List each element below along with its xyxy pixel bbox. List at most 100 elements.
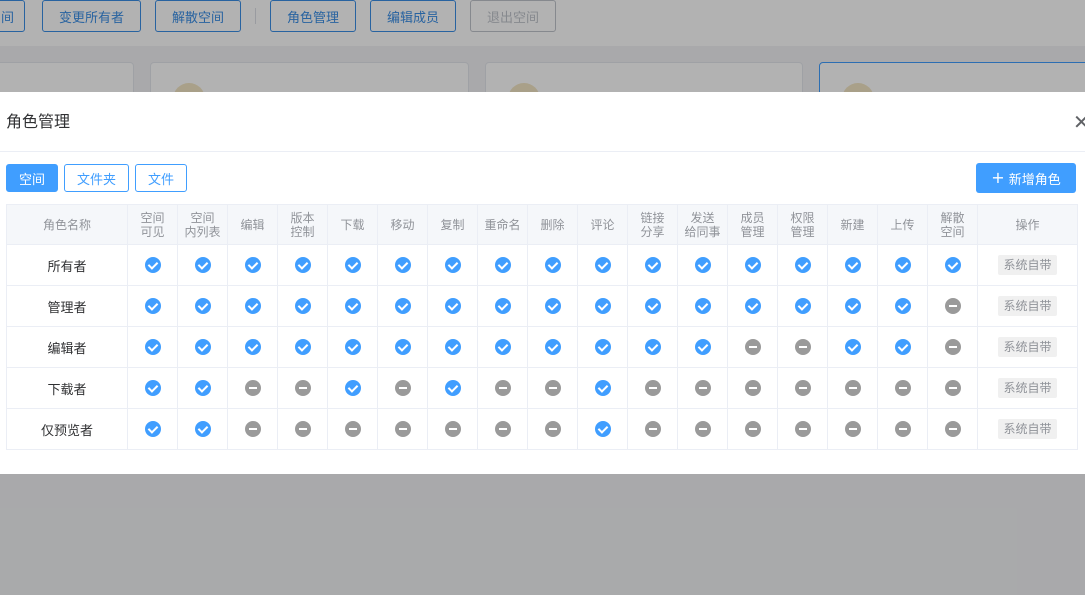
permission-cell: [327, 367, 378, 409]
permission-cell: [477, 367, 528, 409]
column-header: 上传: [877, 204, 928, 245]
permission-cell: [427, 244, 478, 286]
check-circle-icon: [694, 339, 711, 355]
dialog-divider: [0, 151, 1085, 152]
permission-cell: [827, 244, 878, 286]
check-circle-icon: [394, 257, 411, 273]
minus-circle-icon: [344, 421, 361, 437]
tab-file[interactable]: 文件: [135, 164, 187, 192]
column-header: 空间 可见: [127, 204, 178, 245]
check-circle-icon: [144, 339, 161, 355]
permission-cell: [727, 326, 778, 368]
permission-cell: [477, 285, 528, 327]
check-circle-icon: [194, 380, 211, 396]
check-circle-icon: [344, 380, 361, 396]
check-circle-icon: [944, 257, 961, 273]
add-role-label: 新增角色: [1008, 172, 1061, 188]
permission-cell: [177, 326, 228, 368]
check-circle-icon: [794, 298, 811, 314]
system-builtin-tag: 系统自带: [998, 419, 1057, 439]
minus-circle-icon: [694, 380, 711, 396]
check-circle-icon: [544, 257, 561, 273]
minus-circle-icon: [544, 421, 561, 437]
add-role-button[interactable]: + 新增角色: [976, 163, 1076, 193]
check-circle-icon: [644, 298, 661, 314]
permission-cell: [127, 367, 178, 409]
check-circle-icon: [644, 339, 661, 355]
minus-circle-icon: [444, 421, 461, 437]
permission-cell: [527, 326, 578, 368]
column-header: 编辑: [227, 204, 278, 245]
check-circle-icon: [844, 339, 861, 355]
minus-circle-icon: [244, 380, 261, 396]
permission-cell: [727, 367, 778, 409]
check-circle-icon: [294, 298, 311, 314]
tab-space[interactable]: 空间: [6, 164, 58, 192]
minus-circle-icon: [944, 298, 961, 314]
permission-cell: [877, 244, 928, 286]
permission-cell: [827, 367, 878, 409]
action-cell: 系统自带: [977, 285, 1078, 327]
column-header: 评论: [577, 204, 628, 245]
minus-circle-icon: [644, 421, 661, 437]
column-header: 权限 管理: [777, 204, 828, 245]
minus-circle-icon: [944, 421, 961, 437]
minus-circle-icon: [294, 421, 311, 437]
check-circle-icon: [394, 339, 411, 355]
minus-circle-icon: [944, 380, 961, 396]
minus-circle-icon: [394, 380, 411, 396]
action-cell: 系统自带: [977, 244, 1078, 286]
permission-cell: [177, 244, 228, 286]
action-cell: 系统自带: [977, 367, 1078, 409]
column-header: 解散 空间: [927, 204, 978, 245]
permission-cell: [777, 326, 828, 368]
check-circle-icon: [594, 380, 611, 396]
permission-cell: [727, 244, 778, 286]
permission-cell: [377, 326, 428, 368]
table-row: 管理者 系统自带: [6, 285, 1078, 327]
column-header: 空间 内列表: [177, 204, 228, 245]
check-circle-icon: [444, 298, 461, 314]
permission-cell: [327, 285, 378, 327]
check-circle-icon: [544, 339, 561, 355]
permission-cell: [377, 367, 428, 409]
action-cell: 系统自带: [977, 408, 1078, 450]
permission-cell: [227, 244, 278, 286]
role-name: 管理者: [6, 285, 128, 327]
minus-circle-icon: [394, 421, 411, 437]
check-circle-icon: [894, 298, 911, 314]
check-circle-icon: [194, 339, 211, 355]
permission-cell: [127, 285, 178, 327]
permission-cell: [527, 285, 578, 327]
permission-cell: [877, 408, 928, 450]
permission-cell: [777, 408, 828, 450]
minus-circle-icon: [694, 421, 711, 437]
check-circle-icon: [594, 339, 611, 355]
tab-folder[interactable]: 文件夹: [64, 164, 129, 192]
minus-circle-icon: [744, 380, 761, 396]
column-header: 复制: [427, 204, 478, 245]
permission-cell: [627, 285, 678, 327]
permission-cell: [277, 408, 328, 450]
permission-cell: [527, 367, 578, 409]
minus-circle-icon: [494, 421, 511, 437]
check-circle-icon: [294, 257, 311, 273]
minus-circle-icon: [794, 380, 811, 396]
check-circle-icon: [244, 257, 261, 273]
check-circle-icon: [894, 339, 911, 355]
check-circle-icon: [444, 380, 461, 396]
permission-cell: [827, 285, 878, 327]
check-circle-icon: [594, 298, 611, 314]
system-builtin-tag: 系统自带: [998, 296, 1057, 316]
check-circle-icon: [594, 421, 611, 437]
role-permission-table: 角色名称 空间 可见 空间 内列表 编辑 版本 控制 下载 移动 复制 重命名 删除 评论 链接 分享 发送 给同…: [6, 204, 1078, 450]
minus-circle-icon: [794, 421, 811, 437]
permission-cell: [577, 326, 628, 368]
permission-cell: [277, 285, 328, 327]
minus-circle-icon: [944, 339, 961, 355]
system-builtin-tag: 系统自带: [998, 378, 1057, 398]
permission-cell: [427, 285, 478, 327]
role-name: 仅预览者: [6, 408, 128, 450]
close-icon[interactable]: ✕: [1073, 112, 1085, 132]
permission-cell: [927, 285, 978, 327]
